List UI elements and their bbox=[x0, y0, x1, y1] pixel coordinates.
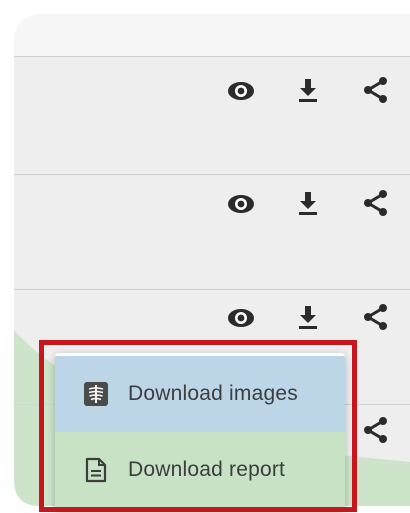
result-row bbox=[14, 174, 410, 288]
menu-item-label: Download report bbox=[128, 458, 286, 481]
eye-icon bbox=[228, 82, 254, 100]
menu-item-download-images[interactable]: Download images bbox=[55, 356, 345, 432]
view-eye-icon[interactable] bbox=[221, 184, 261, 224]
download-icon bbox=[299, 79, 317, 102]
download-icon bbox=[299, 306, 317, 329]
download-menu: Download images Download report bbox=[55, 353, 345, 511]
view-eye-icon[interactable] bbox=[221, 71, 261, 111]
view-eye-icon[interactable] bbox=[221, 298, 261, 338]
share-icon bbox=[364, 304, 387, 330]
download-button[interactable] bbox=[288, 183, 328, 223]
share-button[interactable] bbox=[355, 183, 395, 223]
download-button[interactable] bbox=[288, 297, 328, 337]
menu-item-label: Download images bbox=[128, 382, 298, 405]
share-icon bbox=[364, 417, 387, 443]
eye-icon bbox=[228, 309, 254, 327]
download-icon bbox=[299, 192, 317, 215]
eye-icon bbox=[228, 195, 254, 213]
share-button[interactable] bbox=[355, 70, 395, 110]
share-button[interactable] bbox=[355, 297, 395, 337]
xray-icon bbox=[83, 381, 109, 407]
share-button[interactable] bbox=[355, 410, 395, 450]
download-button[interactable] bbox=[288, 70, 328, 110]
screen: Download images Download report bbox=[0, 0, 410, 513]
share-icon bbox=[364, 190, 387, 216]
menu-item-download-report[interactable]: Download report bbox=[55, 432, 345, 508]
panel-header bbox=[14, 14, 410, 56]
document-icon bbox=[83, 457, 109, 483]
share-icon bbox=[364, 77, 387, 103]
result-row bbox=[14, 56, 410, 170]
